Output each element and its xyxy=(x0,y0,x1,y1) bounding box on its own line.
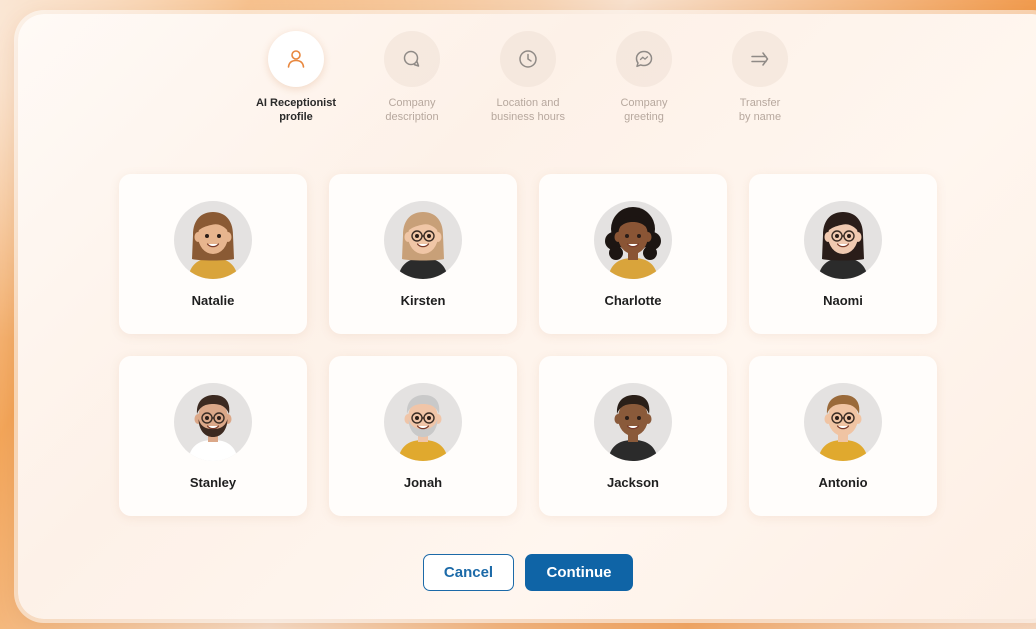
cancel-button[interactable]: Cancel xyxy=(423,554,514,591)
step-circle xyxy=(732,31,788,87)
profile-card-kirsten[interactable]: Kirsten xyxy=(329,174,517,334)
avatar xyxy=(174,201,252,279)
message-icon xyxy=(635,50,653,68)
avatar xyxy=(804,201,882,279)
avatar xyxy=(384,201,462,279)
step-location-business-hours[interactable]: Location and business hours xyxy=(468,31,588,124)
profile-name: Antonio xyxy=(818,475,868,490)
step-label: Transfer by name xyxy=(738,97,782,123)
profile-name: Kirsten xyxy=(400,293,446,308)
profile-name: Stanley xyxy=(189,475,237,490)
profile-card-stanley[interactable]: Stanley xyxy=(119,356,307,516)
person-icon xyxy=(287,50,305,68)
profile-name: Natalie xyxy=(191,293,235,308)
profile-name: Charlotte xyxy=(604,293,662,308)
profile-name: Jonah xyxy=(403,475,443,490)
double-arrow-icon xyxy=(751,52,769,66)
avatar xyxy=(594,201,672,279)
step-transfer-by-name[interactable]: Transfer by name xyxy=(700,31,820,124)
step-label: Company description xyxy=(385,97,439,123)
profile-card-jackson[interactable]: Jackson xyxy=(539,356,727,516)
step-circle xyxy=(616,31,672,87)
profile-card-jonah[interactable]: Jonah xyxy=(329,356,517,516)
profile-card-antonio[interactable]: Antonio xyxy=(749,356,937,516)
profile-name: Jackson xyxy=(606,475,660,490)
avatar xyxy=(174,383,252,461)
clock-icon xyxy=(519,50,537,68)
step-circle xyxy=(500,31,556,87)
avatar xyxy=(804,383,882,461)
profile-card-charlotte[interactable]: Charlotte xyxy=(539,174,727,334)
step-circle xyxy=(268,31,324,87)
avatar xyxy=(384,383,462,461)
avatar xyxy=(594,383,672,461)
profile-name: Naomi xyxy=(823,293,863,308)
step-circle xyxy=(384,31,440,87)
profile-card-naomi[interactable]: Naomi xyxy=(749,174,937,334)
profile-card-natalie[interactable]: Natalie xyxy=(119,174,307,334)
step-company-greeting[interactable]: Company greeting xyxy=(584,31,704,124)
chat-bubbles-icon xyxy=(403,50,420,67)
step-company-description[interactable]: Company description xyxy=(352,31,472,124)
continue-button[interactable]: Continue xyxy=(525,554,633,591)
step-label: Location and business hours xyxy=(491,97,565,123)
step-label: Company greeting xyxy=(620,97,668,123)
step-ai-receptionist-profile[interactable]: AI Receptionist profile xyxy=(236,31,356,124)
step-label: AI Receptionist profile xyxy=(255,97,337,123)
